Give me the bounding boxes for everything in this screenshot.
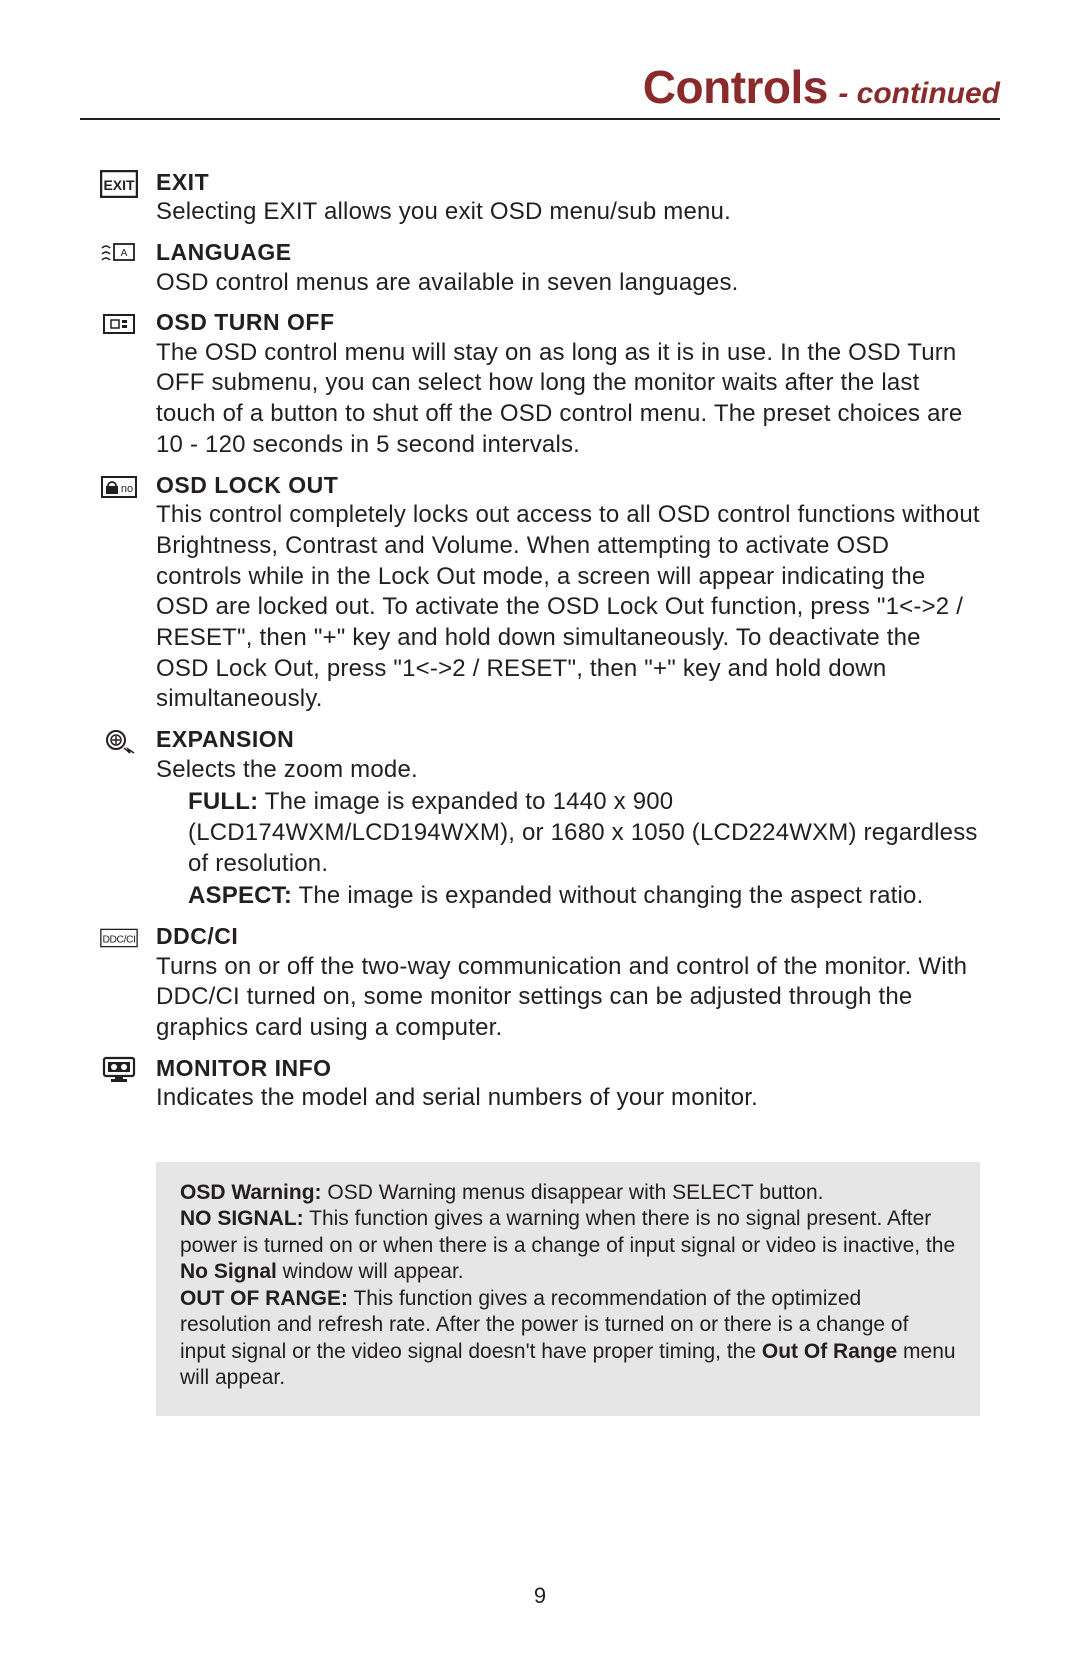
content-body: EXIT EXIT Selecting EXIT allows you exit…	[80, 168, 1000, 1416]
entry-language: A LANGUAGE OSD control menus are availab…	[100, 238, 980, 298]
warning-lead-label: OSD Warning:	[180, 1181, 322, 1204]
expansion-aspect: ASPECT: The image is expanded without ch…	[156, 881, 980, 912]
entry-title: DDC/CI	[156, 922, 980, 951]
no-signal-label: NO SIGNAL:	[180, 1207, 304, 1230]
svg-text:A: A	[121, 248, 128, 259]
page-number: 9	[0, 1583, 1080, 1609]
warning-lead: OSD Warning: OSD Warning menus disappear…	[180, 1180, 956, 1206]
osd-lock-out-icon: no	[100, 473, 138, 501]
entry-body: Selects the zoom mode.	[156, 755, 980, 786]
entry-title: LANGUAGE	[156, 238, 980, 267]
entry-title: OSD LOCK OUT	[156, 471, 980, 500]
entry-body: Turns on or off the two-way communicatio…	[156, 952, 980, 1044]
ddc-ci-icon: DDC/CI	[100, 924, 138, 952]
entry-osd-turn-off: OSD TURN OFF The OSD control menu will s…	[100, 308, 980, 460]
entry-body: Selecting EXIT allows you exit OSD menu/…	[156, 197, 980, 228]
entry-body: OSD control menus are available in seven…	[156, 268, 980, 299]
exit-icon: EXIT	[100, 170, 138, 198]
osd-warning-box: OSD Warning: OSD Warning menus disappear…	[156, 1162, 980, 1416]
oor-label: OUT OF RANGE:	[180, 1287, 348, 1310]
oor-bold: Out Of Range	[762, 1340, 897, 1363]
sub-label: ASPECT:	[188, 882, 292, 909]
entry-title: OSD TURN OFF	[156, 308, 980, 337]
sub-label: FULL:	[188, 788, 258, 815]
entry-exit: EXIT EXIT Selecting EXIT allows you exit…	[100, 168, 980, 228]
svg-text:no: no	[121, 483, 133, 495]
warning-no-signal: NO SIGNAL: This function gives a warning…	[180, 1206, 956, 1285]
language-icon: A	[100, 240, 138, 268]
entry-osd-lock-out: no OSD LOCK OUT This control completely …	[100, 471, 980, 715]
header-title: Controls	[643, 61, 828, 113]
no-signal-bold: No Signal	[180, 1260, 277, 1283]
no-signal-text-b: window will appear.	[277, 1260, 464, 1283]
entry-body: The OSD control menu will stay on as lon…	[156, 338, 980, 461]
entry-ddc-ci: DDC/CI DDC/CI Turns on or off the two-wa…	[100, 922, 980, 1044]
monitor-info-icon	[100, 1056, 138, 1084]
expansion-full: FULL: The image is expanded to 1440 x 90…	[156, 787, 980, 879]
header-subtitle: - continued	[838, 77, 1000, 110]
page-header: Controls - continued	[80, 60, 1000, 120]
entry-monitor-info: MONITOR INFO Indicates the model and ser…	[100, 1054, 980, 1114]
entry-expansion: EXPANSION Selects the zoom mode. FULL: T…	[100, 725, 980, 912]
sub-text: The image is expanded without changing t…	[292, 882, 923, 909]
osd-turn-off-icon	[100, 310, 138, 338]
entry-body: Indicates the model and serial numbers o…	[156, 1083, 980, 1114]
sub-text: The image is expanded to 1440 x 900 (LCD…	[188, 788, 978, 876]
entry-title: EXPANSION	[156, 725, 980, 754]
expansion-icon	[100, 727, 138, 755]
warning-out-of-range: OUT OF RANGE: This function gives a reco…	[180, 1286, 956, 1392]
manual-page: Controls - continued EXIT EXIT Selecting…	[0, 0, 1080, 1669]
entry-title: EXIT	[156, 168, 980, 197]
svg-text:DDC/CI: DDC/CI	[102, 934, 135, 945]
svg-text:EXIT: EXIT	[103, 177, 135, 193]
entry-title: MONITOR INFO	[156, 1054, 980, 1083]
warning-lead-text: OSD Warning menus disappear with SELECT …	[322, 1181, 824, 1204]
entry-body: This control completely locks out access…	[156, 500, 980, 715]
